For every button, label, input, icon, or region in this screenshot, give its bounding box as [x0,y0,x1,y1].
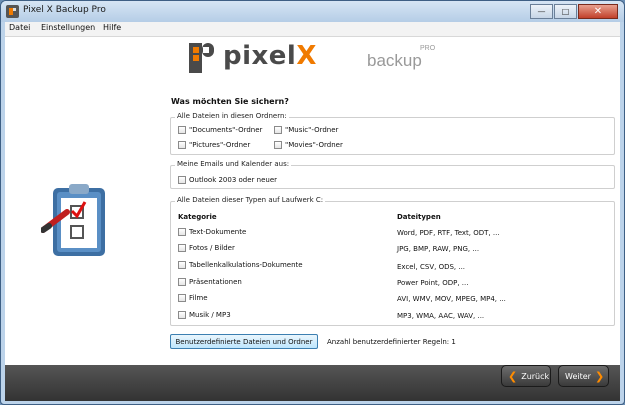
checkbox-box[interactable] [178,126,186,134]
checkbox-text-documents[interactable]: Text-Dokumente [178,228,246,236]
filetypes-photos: JPG, BMP, RAW, PNG, ... [397,245,479,253]
checkbox-label: Musik / MP3 [189,311,231,319]
back-label: Zurück [521,371,550,381]
maximize-button[interactable]: □ [554,4,577,19]
custom-files-button[interactable]: Benutzerdefinierte Dateien und Ordner [170,334,318,349]
checkbox-box[interactable] [274,126,282,134]
checkbox-movies[interactable]: Filme [178,294,208,302]
checkbox-outlook[interactable]: Outlook 2003 oder neuer [178,176,277,184]
back-button[interactable]: ❮ Zurück [501,365,551,387]
checkbox-label: "Movies"-Ordner [285,141,343,149]
filetypes-movies: AVI, WMV, MOV, MPEG, MP4, ... [397,295,506,303]
window-controls: — □ ✕ [530,4,618,19]
checkbox-spreadsheets[interactable]: Tabellenkalkulations-Dokumente [178,261,303,269]
checkbox-movies-folder[interactable]: "Movies"-Ordner [274,141,343,149]
menu-datei[interactable]: Datei [9,23,30,32]
checkbox-label: Fotos / Bilder [189,244,235,252]
filetypes-value: AVI, WMV, MOV, MPEG, MP4, ... [397,295,506,303]
product-name: backup [367,51,422,70]
product-edition: PRO [420,45,436,52]
checkbox-label: "Documents"-Ordner [189,126,263,134]
custom-rules-count: Anzahl benutzerdefinierter Regeln: 1 [327,338,456,346]
checkbox-box[interactable] [178,294,186,302]
app-window: Pixel X Backup Pro — □ ✕ Datei Einstellu… [0,0,625,405]
page-heading: Was möchten Sie sichern? [171,97,289,106]
maximize-icon: □ [561,7,570,16]
brand-name-accent: X [296,41,317,71]
column-header-filetypes: Dateitypen [397,213,441,221]
chevron-right-icon: ❯ [594,369,605,383]
checkbox-presentations[interactable]: Präsentationen [178,278,242,286]
checkbox-box[interactable] [178,261,186,269]
checkbox-box[interactable] [178,141,186,149]
title-bar[interactable]: Pixel X Backup Pro — □ ✕ [1,1,624,22]
checkbox-music[interactable]: Musik / MP3 [178,311,231,319]
window-title: Pixel X Backup Pro [23,5,106,15]
filetypes-spreadsheets: Excel, CSV, ODS, ... [397,263,465,271]
checkbox-label: Präsentationen [189,278,242,286]
app-icon [6,5,19,18]
filetypes-value: MP3, WMA, AAC, WAV, ... [397,312,485,320]
next-button[interactable]: Weiter ❯ [558,365,609,387]
minimize-button[interactable]: — [530,4,553,19]
checkbox-label: Filme [189,294,208,302]
brand-name: pixelX [223,41,317,71]
filetypes-value: JPG, BMP, RAW, PNG, ... [397,245,480,253]
checkbox-music-folder[interactable]: "Music"-Ordner [274,126,338,134]
filetypes-legend: Alle Dateien dieser Typen auf Laufwerk C… [175,196,326,204]
checkbox-box[interactable] [178,176,186,184]
clipboard-checklist-icon [41,184,105,256]
menu-einstellungen[interactable]: Einstellungen [41,23,95,32]
checkbox-label: "Music"-Ordner [285,126,339,134]
next-label: Weiter [565,371,591,381]
brand-name-main: pixel [223,41,297,71]
mail-legend: Meine Emails und Kalender aus: [175,160,292,168]
filetypes-music: MP3, WMA, AAC, WAV, ... [397,312,484,320]
column-header-category: Kategorie [178,213,217,221]
pixelx-logo-icon [189,43,214,73]
filetypes-text-documents: Word, PDF, RTF, Text, ODT, ... [397,229,500,237]
checkbox-box[interactable] [178,278,186,286]
checkbox-label: Text-Dokumente [189,228,247,236]
checkbox-label: "Pictures"-Ordner [189,141,251,149]
chevron-left-icon: ❮ [508,369,518,383]
checkbox-pictures-folder[interactable]: "Pictures"-Ordner [178,141,250,149]
folders-group: Alle Dateien in diesen Ordnern: [170,112,615,155]
checkbox-box[interactable] [178,311,186,319]
filetypes-value: Power Point, ODP, ... [397,279,469,287]
checkbox-box[interactable] [178,228,186,236]
menu-bar: Datei Einstellungen Hilfe [5,22,620,37]
checkbox-box[interactable] [178,244,186,252]
close-button[interactable]: ✕ [578,4,618,19]
folders-legend: Alle Dateien in diesen Ordnern: [175,112,289,120]
checkbox-label: Outlook 2003 oder neuer [189,176,278,184]
filetypes-value: Excel, CSV, ODS, ... [397,263,466,271]
close-icon: ✕ [593,6,603,17]
checkbox-label: Tabellenkalkulations-Dokumente [189,261,303,269]
checkbox-photos[interactable]: Fotos / Bilder [178,244,235,252]
filetypes-value: Word, PDF, RTF, Text, ODT, ... [397,229,500,237]
menu-hilfe[interactable]: Hilfe [103,23,121,32]
checkbox-documents-folder[interactable]: "Documents"-Ordner [178,126,262,134]
minimize-icon: — [537,7,546,16]
filetypes-presentations: Power Point, ODP, ... [397,279,468,287]
checkbox-box[interactable] [274,141,282,149]
